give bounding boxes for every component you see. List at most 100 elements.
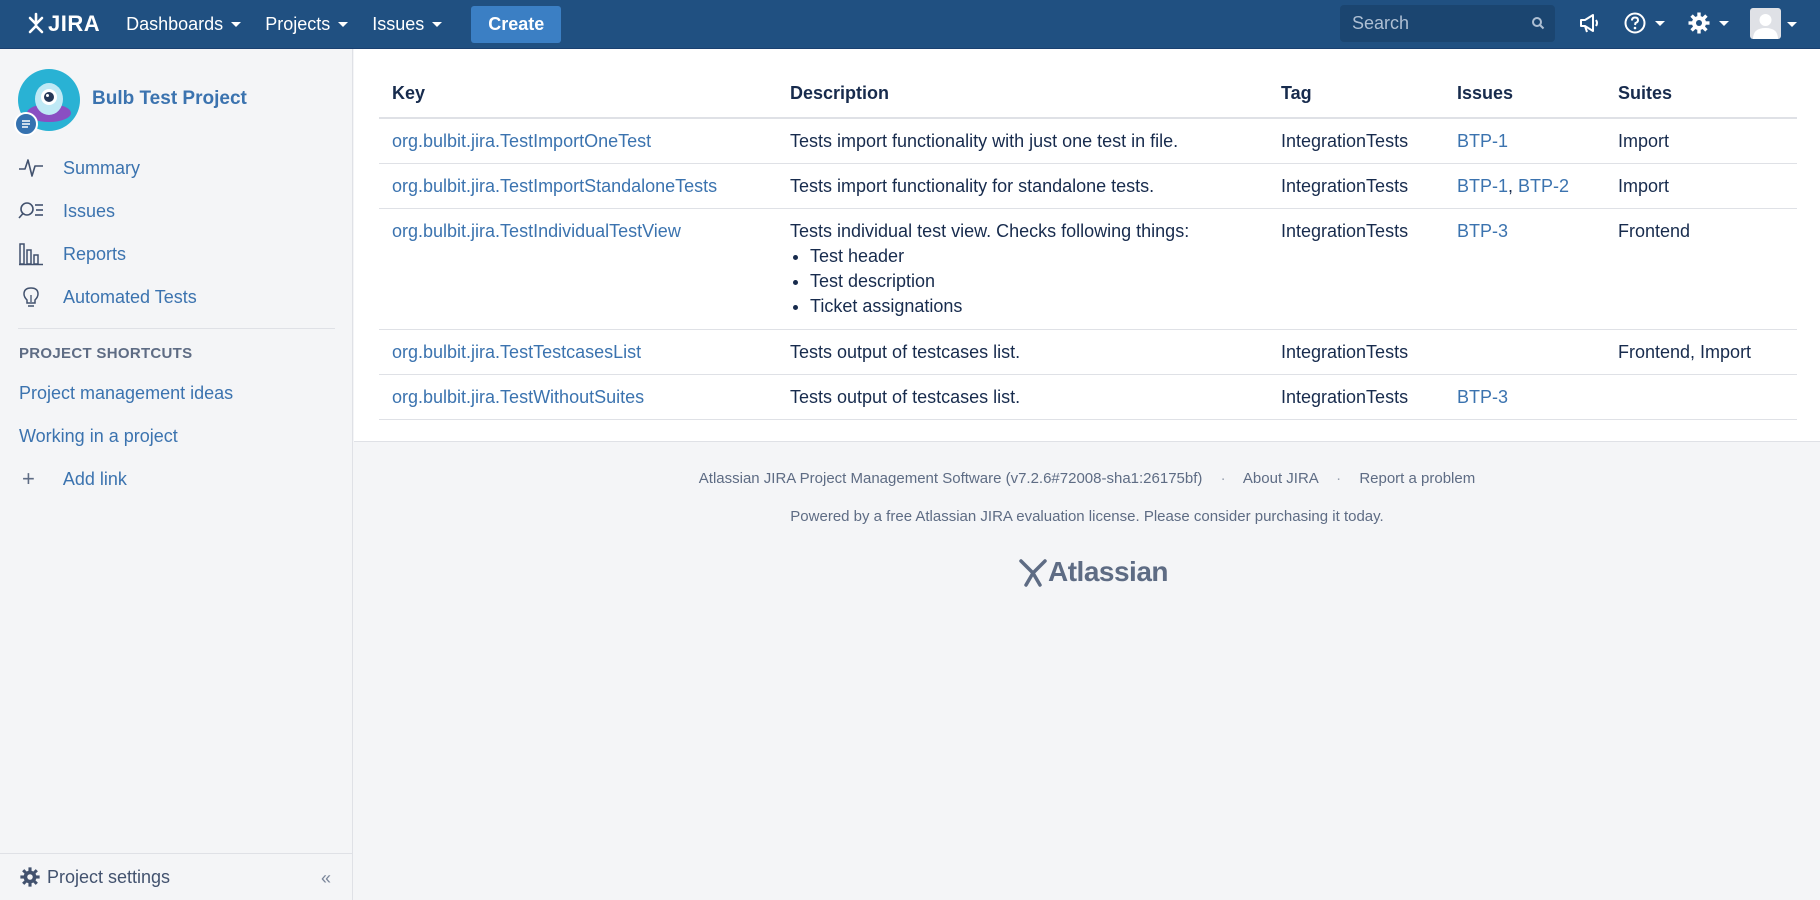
user-icon [1753,14,1778,39]
issues-cell-empty [1444,329,1605,375]
sidebar-item-label: Reports [63,243,127,264]
search-icon [1532,17,1545,30]
test-description: Tests individual test view. Checks follo… [790,221,1190,241]
test-suites: Import [1605,163,1797,209]
footer-links: Atlassian JIRA Project Management Softwa… [354,470,1820,487]
column-header-tag: Tag [1268,69,1444,119]
reports-icon [18,241,44,267]
gear-icon [1688,12,1710,34]
issue-link[interactable]: BTP-3 [1457,387,1508,407]
test-suites: Frontend [1605,208,1797,330]
plus-icon: + [22,466,35,491]
description-bullets: Test header Test description Ticket assi… [790,244,1268,319]
shortcut-link[interactable]: Project management ideas [19,383,233,404]
projects-label: Projects [265,13,331,34]
software-version-link[interactable]: Atlassian JIRA Project Management Softwa… [699,470,1203,487]
sidebar-item-automated-tests[interactable]: Automated Tests [18,284,197,310]
dashboards-menu[interactable]: Dashboards [126,13,242,35]
footer-separator: · [1220,470,1226,487]
test-tag: IntegrationTests [1268,163,1444,209]
gear-icon [20,867,40,887]
test-tag: IntegrationTests [1268,374,1444,420]
test-key-link[interactable]: org.bulbit.jira.TestTestcasesList [392,342,641,362]
test-suites: Frontend, Import [1605,329,1797,375]
chevron-down-icon [432,21,443,27]
table-row: org.bulbit.jira.TestImportStandaloneTest… [379,163,1797,209]
jira-logo-icon [28,12,44,34]
collapse-sidebar-icon[interactable]: « [321,868,331,889]
test-key-link[interactable]: org.bulbit.jira.TestImportStandaloneTest… [392,176,717,196]
sidebar-item-reports[interactable]: Reports [18,241,126,267]
test-key-link[interactable]: org.bulbit.jira.TestImportOneTest [392,131,651,151]
column-header-suites: Suites [1605,69,1797,119]
issue-link[interactable]: BTP-1 [1457,131,1508,151]
list-item: Ticket assignations [810,294,1268,319]
main-content: Key Description Tag Issues Suites org.bu… [354,49,1820,442]
table-row: org.bulbit.jira.TestWithoutSuites Tests … [379,374,1797,420]
sidebar-item-label: Issues [63,200,116,221]
megaphone-icon [1580,14,1598,33]
chevron-down-icon [231,21,242,27]
user-menu-caret[interactable] [1787,22,1797,27]
sidebar-item-label: Automated Tests [63,286,197,307]
lightbulb-icon [18,284,44,310]
about-jira-link[interactable]: About JIRA [1243,470,1318,487]
column-header-description: Description [777,69,1268,119]
atlassian-icon [1019,559,1047,587]
project-settings-link[interactable]: Project settings « [0,853,353,900]
issues-menu[interactable]: Issues [372,14,443,35]
admin-settings-button[interactable] [1687,11,1729,35]
sidebar-divider [18,328,335,329]
issue-link[interactable]: BTP-1 [1457,176,1508,196]
test-suites: Import [1605,118,1797,164]
test-key-link[interactable]: org.bulbit.jira.TestIndividualTestView [392,221,681,241]
projects-menu[interactable]: Projects [265,13,349,35]
issue-separator: , [1508,176,1519,196]
chevron-down-icon [1655,20,1665,26]
document-icon [22,120,30,128]
table-row: org.bulbit.jira.TestImportOneTest Tests … [379,118,1797,164]
table-row: org.bulbit.jira.TestIndividualTestView T… [379,208,1797,330]
jira-logo[interactable]: JIRA [26,11,100,37]
shortcut-link[interactable]: Working in a project [19,426,178,447]
test-key-link[interactable]: org.bulbit.jira.TestWithoutSuites [392,387,644,407]
sidebar-item-issues[interactable]: Issues [18,198,115,224]
test-description: Tests import functionality with just one… [777,118,1268,164]
user-avatar[interactable] [1750,8,1781,39]
test-tag: IntegrationTests [1268,118,1444,164]
table-header-row: Key Description Tag Issues Suites [379,69,1797,119]
dashboards-label: Dashboards [126,13,224,34]
project-name[interactable]: Bulb Test Project [92,88,247,110]
activity-icon [18,155,44,181]
test-description: Tests import functionality for standalon… [777,163,1268,209]
test-tag: IntegrationTests [1268,208,1444,330]
add-link-button[interactable]: + Add link [22,468,127,490]
project-settings-label: Project settings [47,866,171,887]
issue-link[interactable]: BTP-3 [1457,221,1508,241]
test-tag: IntegrationTests [1268,329,1444,375]
atlassian-brand-text: Atlassian [1048,556,1169,587]
footer-separator: · [1336,470,1342,487]
test-description-cell: Tests individual test view. Checks follo… [777,208,1268,330]
announcement-button[interactable] [1578,11,1602,35]
chevron-down-icon [1719,20,1729,26]
logo-text: JIRA [48,11,101,36]
license-notice: Powered by a free Atlassian JIRA evaluat… [790,508,1384,525]
chevron-down-icon [338,21,349,27]
atlassian-logo[interactable]: Atlassian [1018,556,1169,588]
sidebar-item-summary[interactable]: Summary [18,155,140,181]
list-item: Test description [810,269,1268,294]
help-button[interactable] [1623,11,1665,35]
test-suites [1605,374,1797,420]
automated-tests-table: Key Description Tag Issues Suites org.bu… [379,69,1797,420]
issue-link[interactable]: BTP-2 [1518,176,1569,196]
report-problem-link[interactable]: Report a problem [1359,470,1475,487]
search-input[interactable]: Search [1340,5,1555,42]
top-navigation: JIRA Dashboards Projects Issues Create S… [0,0,1820,49]
issues-icon [18,198,44,224]
add-link-label: Add link [62,468,127,489]
help-icon [1624,12,1646,34]
create-button[interactable]: Create [471,5,562,43]
project-sidebar: Bulb Test Project Summary Issues Reports… [0,49,353,900]
table-row: org.bulbit.jira.TestTestcasesList Tests … [379,329,1797,375]
